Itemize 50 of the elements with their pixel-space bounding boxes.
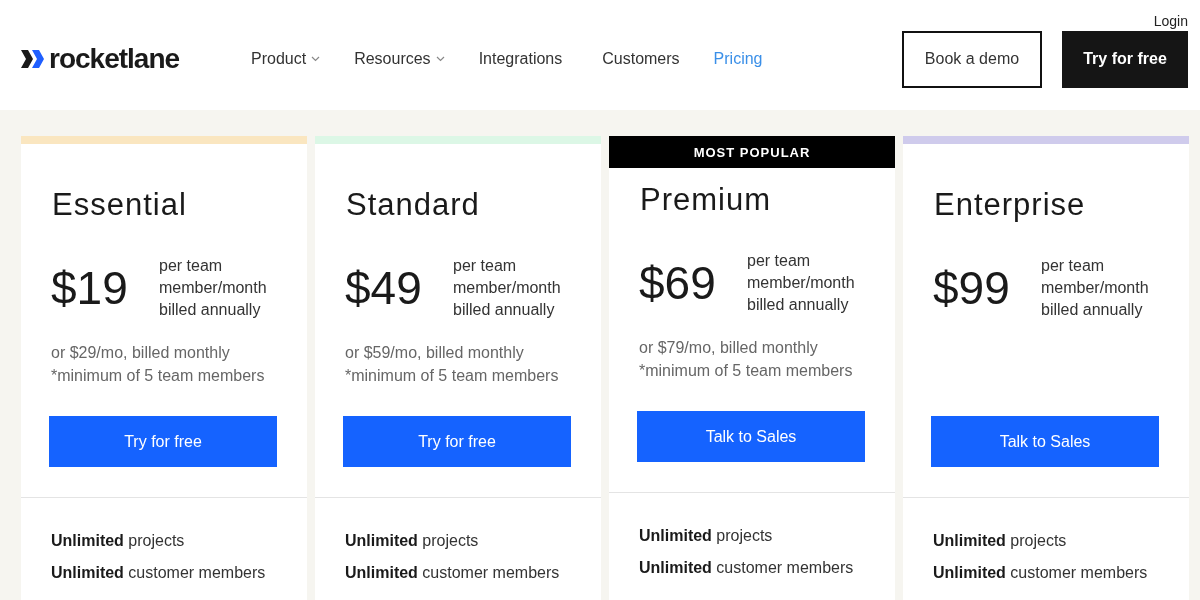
- monthly-note: or $79/mo, billed monthly: [639, 338, 819, 358]
- plan-price: $69: [639, 256, 717, 310]
- plan-cta-button[interactable]: Talk to Sales: [637, 411, 865, 462]
- price-unit: member/month: [159, 278, 267, 298]
- logo-text[interactable]: rocketlane: [49, 43, 180, 75]
- monthly-note: *minimum of 5 team members: [639, 361, 854, 381]
- feature-text: Unlimited projects: [51, 531, 186, 551]
- price-unit: per team: [747, 251, 812, 271]
- nav-link[interactable]: Integrations: [478, 50, 563, 68]
- price-unit: member/month: [747, 273, 855, 293]
- demo-button[interactable]: Book a demo: [902, 30, 1042, 88]
- plan-price: $49: [345, 261, 423, 315]
- nav-link[interactable]: Customers: [602, 50, 680, 68]
- plan-price: $99: [933, 261, 1011, 315]
- feature-text: Unlimited projects: [345, 531, 480, 551]
- price-unit: member/month: [1041, 278, 1149, 298]
- price-unit: billed annually: [159, 300, 262, 320]
- price-unit: per team: [159, 256, 224, 276]
- nav-link[interactable]: Resources: [354, 50, 445, 68]
- price-unit: billed annually: [453, 300, 556, 320]
- plan-cta-button[interactable]: Try for free: [343, 416, 571, 467]
- feature-text: Unlimited customer members: [51, 563, 267, 583]
- plan-name: Premium: [640, 182, 772, 218]
- chevron-down-icon: [435, 56, 445, 62]
- plan-cta-button[interactable]: Try for free: [49, 416, 277, 467]
- price-unit: per team: [1041, 256, 1106, 276]
- chevron-down-icon: [311, 56, 321, 62]
- feature-text: Unlimited customer members: [933, 563, 1149, 583]
- price-unit: member/month: [453, 278, 561, 298]
- price-unit: per team: [453, 256, 518, 276]
- monthly-note: *minimum of 5 team members: [345, 366, 560, 386]
- try-free-button[interactable]: Try for free: [1062, 30, 1188, 88]
- monthly-note: or $29/mo, billed monthly: [51, 343, 231, 363]
- nav-link[interactable]: Product: [251, 50, 321, 68]
- feature-text: Unlimited customer members: [639, 558, 855, 578]
- feature-text: Unlimited projects: [933, 531, 1068, 551]
- plan-name: Enterprise: [934, 187, 1087, 223]
- login-link[interactable]: Login: [1153, 11, 1188, 29]
- plan-price: $19: [51, 261, 129, 315]
- price-unit: billed annually: [747, 295, 850, 315]
- monthly-note: or $59/mo, billed monthly: [345, 343, 525, 363]
- popular-badge: MOST POPULAR: [609, 136, 895, 168]
- monthly-note: *minimum of 5 team members: [51, 366, 266, 386]
- plan-name: Essential: [52, 187, 188, 223]
- feature-text: Unlimited customer members: [345, 563, 561, 583]
- feature-text: Unlimited projects: [639, 526, 774, 546]
- logo-icon: [21, 49, 45, 69]
- plan-name: Standard: [346, 187, 481, 223]
- plan-cta-button[interactable]: Talk to Sales: [931, 416, 1159, 467]
- price-unit: billed annually: [1041, 300, 1144, 320]
